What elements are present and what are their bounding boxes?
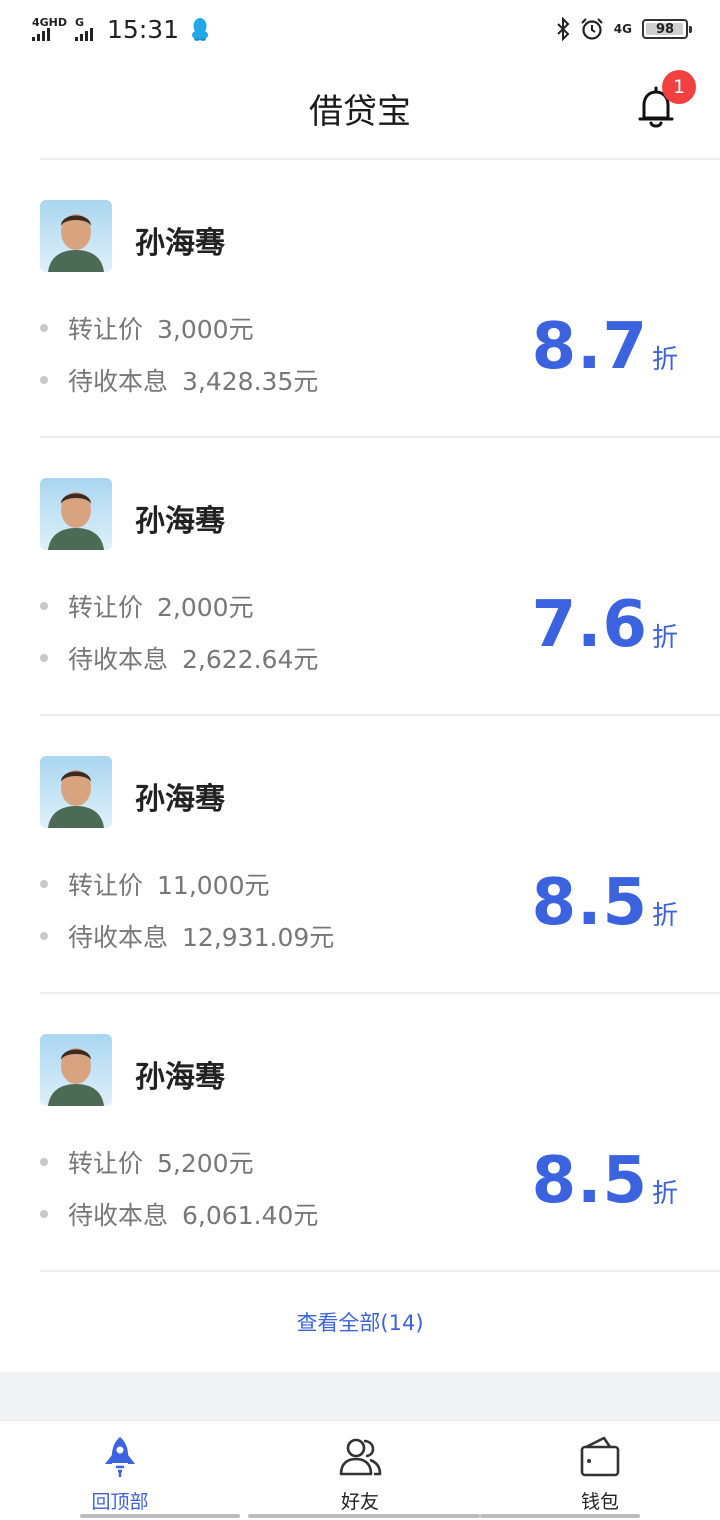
discount-rate: 8.5 折: [532, 866, 678, 940]
page-title: 借贷宝: [309, 91, 411, 132]
receivable-label: 待收本息: [68, 1201, 169, 1230]
clock: 15:31: [107, 14, 180, 44]
transfer-price-value: 5,200元: [157, 1149, 254, 1178]
transfer-price-label: 转让价: [68, 593, 144, 622]
discount-rate: 8.7 折: [532, 310, 678, 384]
nav-underline: [248, 1514, 480, 1518]
lender-name: 孙海骞: [135, 226, 225, 261]
receivable-row: 待收本息 2,622.64元: [40, 640, 318, 676]
bullet-dot: [40, 654, 48, 662]
status-right: 4G 98: [556, 17, 692, 41]
receivable-value: 6,061.40元: [182, 1201, 319, 1230]
bottom-nav: 回顶部 好友 钱包: [0, 1420, 720, 1520]
transfer-card[interactable]: 孙海骞 转让价 11,000元 待收本息 12,931.09元 8.5 折: [40, 716, 720, 994]
transfer-list: 孙海骞 转让价 3,000元 待收本息 3,428.35元 8.7 折 孙海骞 …: [0, 160, 720, 1272]
avatar: [40, 756, 112, 828]
bullet-dot: [40, 1158, 48, 1166]
wallet-icon: [580, 1436, 620, 1477]
discount-value: 8.5: [531, 1144, 648, 1218]
battery-icon: 98: [642, 19, 692, 39]
discount-rate: 7.6 折: [532, 588, 678, 662]
transfer-price-row: 转让价 2,000元: [40, 588, 254, 624]
sim1-label: 4GHD: [32, 16, 68, 29]
nav-label-back-to-top: 回顶部: [91, 1491, 149, 1513]
nav-underline: [80, 1514, 240, 1518]
bullet-dot: [40, 880, 48, 888]
lender-name: 孙海骞: [135, 1060, 225, 1095]
receivable-row: 待收本息 6,061.40元: [40, 1196, 318, 1232]
transfer-price-row: 转让价 11,000元: [40, 866, 270, 902]
receivable-label: 待收本息: [68, 367, 169, 396]
discount-value: 8.7: [531, 310, 648, 384]
transfer-price-row: 转让价 5,200元: [40, 1144, 254, 1180]
bullet-dot: [40, 376, 48, 384]
status-left: 4GHD G 15:31: [32, 15, 209, 44]
sim2-label: G: [75, 16, 85, 29]
signal-bars-icon: [32, 28, 50, 41]
transfer-card[interactable]: 孙海骞 转让价 2,000元 待收本息 2,622.64元 7.6 折: [40, 438, 720, 716]
signal-sim1: 4GHD: [32, 17, 67, 41]
nav-underline: [480, 1514, 640, 1518]
avatar: [40, 478, 112, 550]
view-all-link[interactable]: 查看全部(14): [0, 1272, 720, 1372]
nav-item-back-to-top[interactable]: 回顶部: [0, 1421, 240, 1520]
transfer-price-label: 转让价: [68, 315, 144, 344]
discount-unit: 折: [651, 1179, 678, 1209]
bullet-dot: [40, 602, 48, 610]
nav-label-wallet: 钱包: [580, 1491, 619, 1513]
signal-bars-icon: [75, 28, 94, 41]
friends-icon: [339, 1438, 382, 1476]
signal-sim2: G: [75, 16, 94, 41]
discount-value: 8.5: [531, 866, 648, 940]
discount-unit: 折: [651, 345, 678, 375]
transfer-price-value: 3,000元: [157, 315, 254, 344]
app-screen: 4GHD G 15:31 4G 98 借贷宝 1 孙海骞 转让价 3,000元 …: [0, 0, 720, 1520]
alarm-icon: [581, 18, 603, 40]
receivable-value: 12,931.09元: [182, 923, 335, 952]
receivable-value: 2,622.64元: [182, 645, 319, 674]
discount-value: 7.6: [531, 588, 648, 662]
rocket-icon: [105, 1437, 135, 1477]
receivable-value: 3,428.35元: [182, 367, 319, 396]
receivable-label: 待收本息: [68, 645, 169, 674]
nav-item-wallet[interactable]: 钱包: [480, 1421, 720, 1520]
bullet-dot: [40, 932, 48, 940]
avatar: [40, 200, 112, 272]
discount-rate: 8.5 折: [532, 1144, 678, 1218]
transfer-price-value: 2,000元: [157, 593, 254, 622]
transfer-price-row: 转让价 3,000元: [40, 310, 254, 346]
bullet-dot: [40, 324, 48, 332]
app-header: 借贷宝: [0, 58, 720, 158]
lender-name: 孙海骞: [135, 782, 225, 817]
receivable-label: 待收本息: [68, 923, 169, 952]
discount-unit: 折: [651, 901, 678, 931]
transfer-price-label: 转让价: [68, 1149, 144, 1178]
receivable-row: 待收本息 12,931.09元: [40, 918, 334, 954]
lender-name: 孙海骞: [135, 504, 225, 539]
network-type: 4G: [613, 22, 632, 36]
bullet-dot: [40, 1210, 48, 1218]
discount-unit: 折: [651, 623, 678, 653]
qq-penguin-icon: [192, 18, 209, 41]
transfer-card[interactable]: 孙海骞 转让价 5,200元 待收本息 6,061.40元 8.5 折: [40, 994, 720, 1272]
battery-level: 98: [655, 21, 675, 37]
section-gap: [0, 1372, 720, 1420]
status-bar: 4GHD G 15:31 4G 98: [0, 0, 720, 58]
transfer-card[interactable]: 孙海骞 转让价 3,000元 待收本息 3,428.35元 8.7 折: [40, 160, 720, 438]
bluetooth-icon: [557, 17, 570, 41]
notification-badge[interactable]: 1: [662, 70, 696, 104]
nav-item-friends[interactable]: 好友: [240, 1421, 480, 1520]
nav-label-friends: 好友: [340, 1491, 379, 1513]
transfer-price-value: 11,000元: [157, 871, 270, 900]
receivable-row: 待收本息 3,428.35元: [40, 362, 318, 398]
avatar: [40, 1034, 112, 1106]
transfer-price-label: 转让价: [68, 871, 144, 900]
